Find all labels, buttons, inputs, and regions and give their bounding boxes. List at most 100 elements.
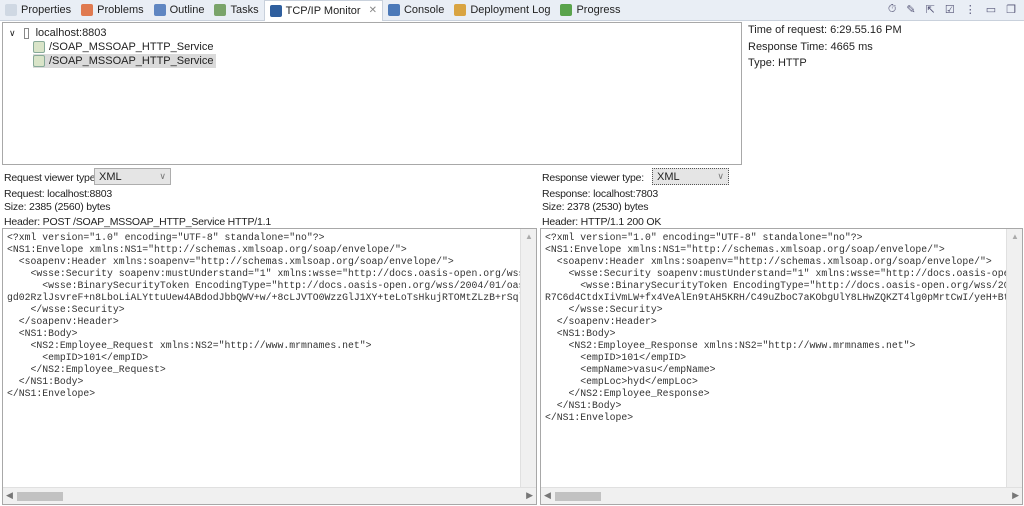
progress-icon (560, 4, 573, 16)
vertical-scrollbar[interactable]: ▲ (1006, 229, 1022, 487)
code-line: <NS2:Employee_Response xmlns:NS2="http:/… (545, 340, 916, 351)
code-line: </NS1:Envelope> (545, 412, 634, 423)
tree-node-host[interactable]: ∨ localhost:8803 (9, 26, 110, 40)
view-tab-bar: Properties Problems Outline Tasks TCP/IP Mon… (0, 0, 1024, 21)
selected-value: XML (99, 170, 122, 183)
request-xml-content: <?xml version="1.0" encoding="UTF-8" sta… (7, 232, 537, 400)
request-label: /SOAP_MSSOAP_HTTP_Service (49, 41, 214, 53)
request-viewer-type-select[interactable]: XML ∨ (94, 168, 171, 185)
tab-label: Problems (97, 4, 144, 16)
code-line: <NS1:Envelope xmlns:NS1="http://schemas.… (545, 244, 945, 255)
tree-node-request[interactable]: /SOAP_MSSOAP_HTTP_Service (33, 40, 216, 54)
tab-label: Outline (169, 4, 205, 16)
code-line: </NS2:Employee_Response> (545, 388, 710, 399)
scroll-right-icon[interactable]: ▶ (1012, 490, 1019, 501)
tab-tasks[interactable]: Tasks (209, 0, 263, 21)
code-line: <empLoc>hyd</empLoc> (545, 376, 698, 387)
scroll-thumb[interactable] (17, 492, 63, 501)
tab-console[interactable]: Console (383, 0, 449, 21)
deployment-log-icon (454, 4, 467, 16)
code-line: <soapenv:Header xmlns:soapenv="http://sc… (545, 256, 992, 267)
sort-by-time-icon[interactable]: ⏱ (888, 3, 897, 16)
scroll-up-icon[interactable]: ▲ (1011, 232, 1019, 241)
code-line: <?xml version="1.0" encoding="UTF-8" sta… (7, 232, 325, 243)
request-icon (33, 55, 45, 67)
tab-deployment-log[interactable]: Deployment Log (449, 0, 555, 21)
outline-icon (153, 4, 166, 16)
code-line: </NS2:Employee_Request> (7, 364, 166, 375)
host-label: localhost:8803 (35, 27, 107, 39)
code-line: </wsse:Security> (7, 304, 125, 315)
view-menu-icon[interactable]: ⋮ (965, 3, 976, 16)
response-time: Response Time: 4665 ms (748, 41, 873, 53)
tab-outline[interactable]: Outline (149, 0, 210, 21)
code-line: <empID>101</empID> (545, 352, 687, 363)
code-line: <wsse:BinarySecurityToken EncodingType="… (7, 280, 537, 291)
scroll-left-icon[interactable]: ◀ (6, 490, 13, 501)
tab-tcp-ip-monitor[interactable]: TCP/IP Monitor ✕ (263, 0, 383, 21)
minimize-icon[interactable]: ▭ (986, 3, 996, 16)
response-header: Header: HTTP/1.1 200 OK (542, 216, 662, 228)
tree-node-request-selected[interactable]: /SOAP_MSSOAP_HTTP_Service (33, 54, 217, 68)
request-label: /SOAP_MSSOAP_HTTP_Service (49, 55, 214, 67)
scroll-thumb[interactable] (555, 492, 601, 501)
request-viewer-type-label: Request viewer type: (4, 172, 99, 184)
request-icon (33, 41, 45, 53)
maximize-icon[interactable]: ❐ (1006, 3, 1016, 16)
export-icon[interactable]: ⇱ (926, 3, 935, 16)
response-xml-viewer[interactable]: <?xml version="1.0" encoding="UTF-8" sta… (540, 228, 1023, 505)
code-line: gd02RzlJsvreF+n8LboLiALYttuUew4ABdodJbbQ… (7, 292, 537, 303)
server-icon (23, 27, 29, 39)
code-line: <NS1:Envelope xmlns:NS1="http://schemas.… (7, 244, 407, 255)
code-line: <NS2:Employee_Request xmlns:NS2="http://… (7, 340, 372, 351)
tab-label: Console (403, 4, 445, 16)
scroll-up-icon[interactable]: ▲ (525, 232, 533, 241)
response-host: Response: localhost:7803 (542, 188, 659, 200)
code-line: <?xml version="1.0" encoding="UTF-8" sta… (545, 232, 863, 243)
time-of-request: Time of request: 6:29.55.16 PM (748, 24, 902, 36)
code-line: </wsse:Security> (545, 304, 663, 315)
properties-icon (5, 4, 17, 16)
code-line: <wsse:BinarySecurityToken EncodingType="… (545, 280, 1023, 291)
code-line: <NS1:Body> (7, 328, 78, 339)
problems-icon (81, 4, 94, 16)
horizontal-scrollbar[interactable]: ◀ ▶ (541, 487, 1022, 504)
view-toolbar: ⏱ ✎ ⇱ ☑ ⋮ ▭ ❐ (888, 3, 1016, 16)
code-line: <wsse:Security soapenv:mustUnderstand="1… (7, 268, 537, 279)
request-host: Request: localhost:8803 (4, 188, 113, 200)
tab-label: Tasks (230, 4, 259, 16)
chevron-down-icon: ∨ (159, 171, 166, 181)
tab-progress[interactable]: Progress (555, 0, 625, 21)
code-line: <NS1:Body> (545, 328, 616, 339)
request-xml-viewer[interactable]: <?xml version="1.0" encoding="UTF-8" sta… (2, 228, 537, 505)
monitor-icon (269, 4, 282, 17)
scroll-right-icon[interactable]: ▶ (526, 490, 533, 501)
horizontal-scrollbar[interactable]: ◀ ▶ (3, 487, 536, 504)
tab-label: Progress (576, 4, 621, 16)
tab-problems[interactable]: Problems (76, 0, 148, 21)
code-line: </soapenv:Header> (545, 316, 657, 327)
code-line: </NS1:Envelope> (7, 388, 96, 399)
tab-label: Properties (21, 4, 72, 16)
console-icon (387, 4, 400, 16)
chevron-down-icon: ∨ (717, 171, 724, 181)
tab-label: TCP/IP Monitor (285, 4, 361, 17)
request-size: Size: 2385 (2560) bytes (4, 201, 111, 213)
type-label: Type: HTTP (748, 57, 807, 69)
code-line: </NS1:Body> (545, 400, 622, 411)
response-viewer-type-label: Response viewer type: (542, 172, 645, 184)
clear-icon[interactable]: ✎ (906, 3, 915, 16)
properties-checkbox-icon[interactable]: ☑ (945, 3, 955, 16)
code-line: <soapenv:Header xmlns:soapenv="http://sc… (7, 256, 454, 267)
response-size: Size: 2378 (2530) bytes (542, 201, 649, 213)
close-icon[interactable]: ✕ (369, 5, 377, 16)
tab-properties[interactable]: Properties (0, 0, 76, 21)
tasks-icon (214, 4, 227, 16)
code-line: </NS1:Body> (7, 376, 84, 387)
code-line: <wsse:Security soapenv:mustUnderstand="1… (545, 268, 1023, 279)
scroll-left-icon[interactable]: ◀ (544, 490, 551, 501)
response-viewer-type-select[interactable]: XML ∨ (652, 168, 729, 185)
vertical-scrollbar[interactable]: ▲ (520, 229, 536, 487)
request-tree: ∨ localhost:8803 /SOAP_MSSOAP_HTTP_Servi… (2, 22, 742, 165)
expand-chevron-icon[interactable]: ∨ (9, 28, 16, 39)
